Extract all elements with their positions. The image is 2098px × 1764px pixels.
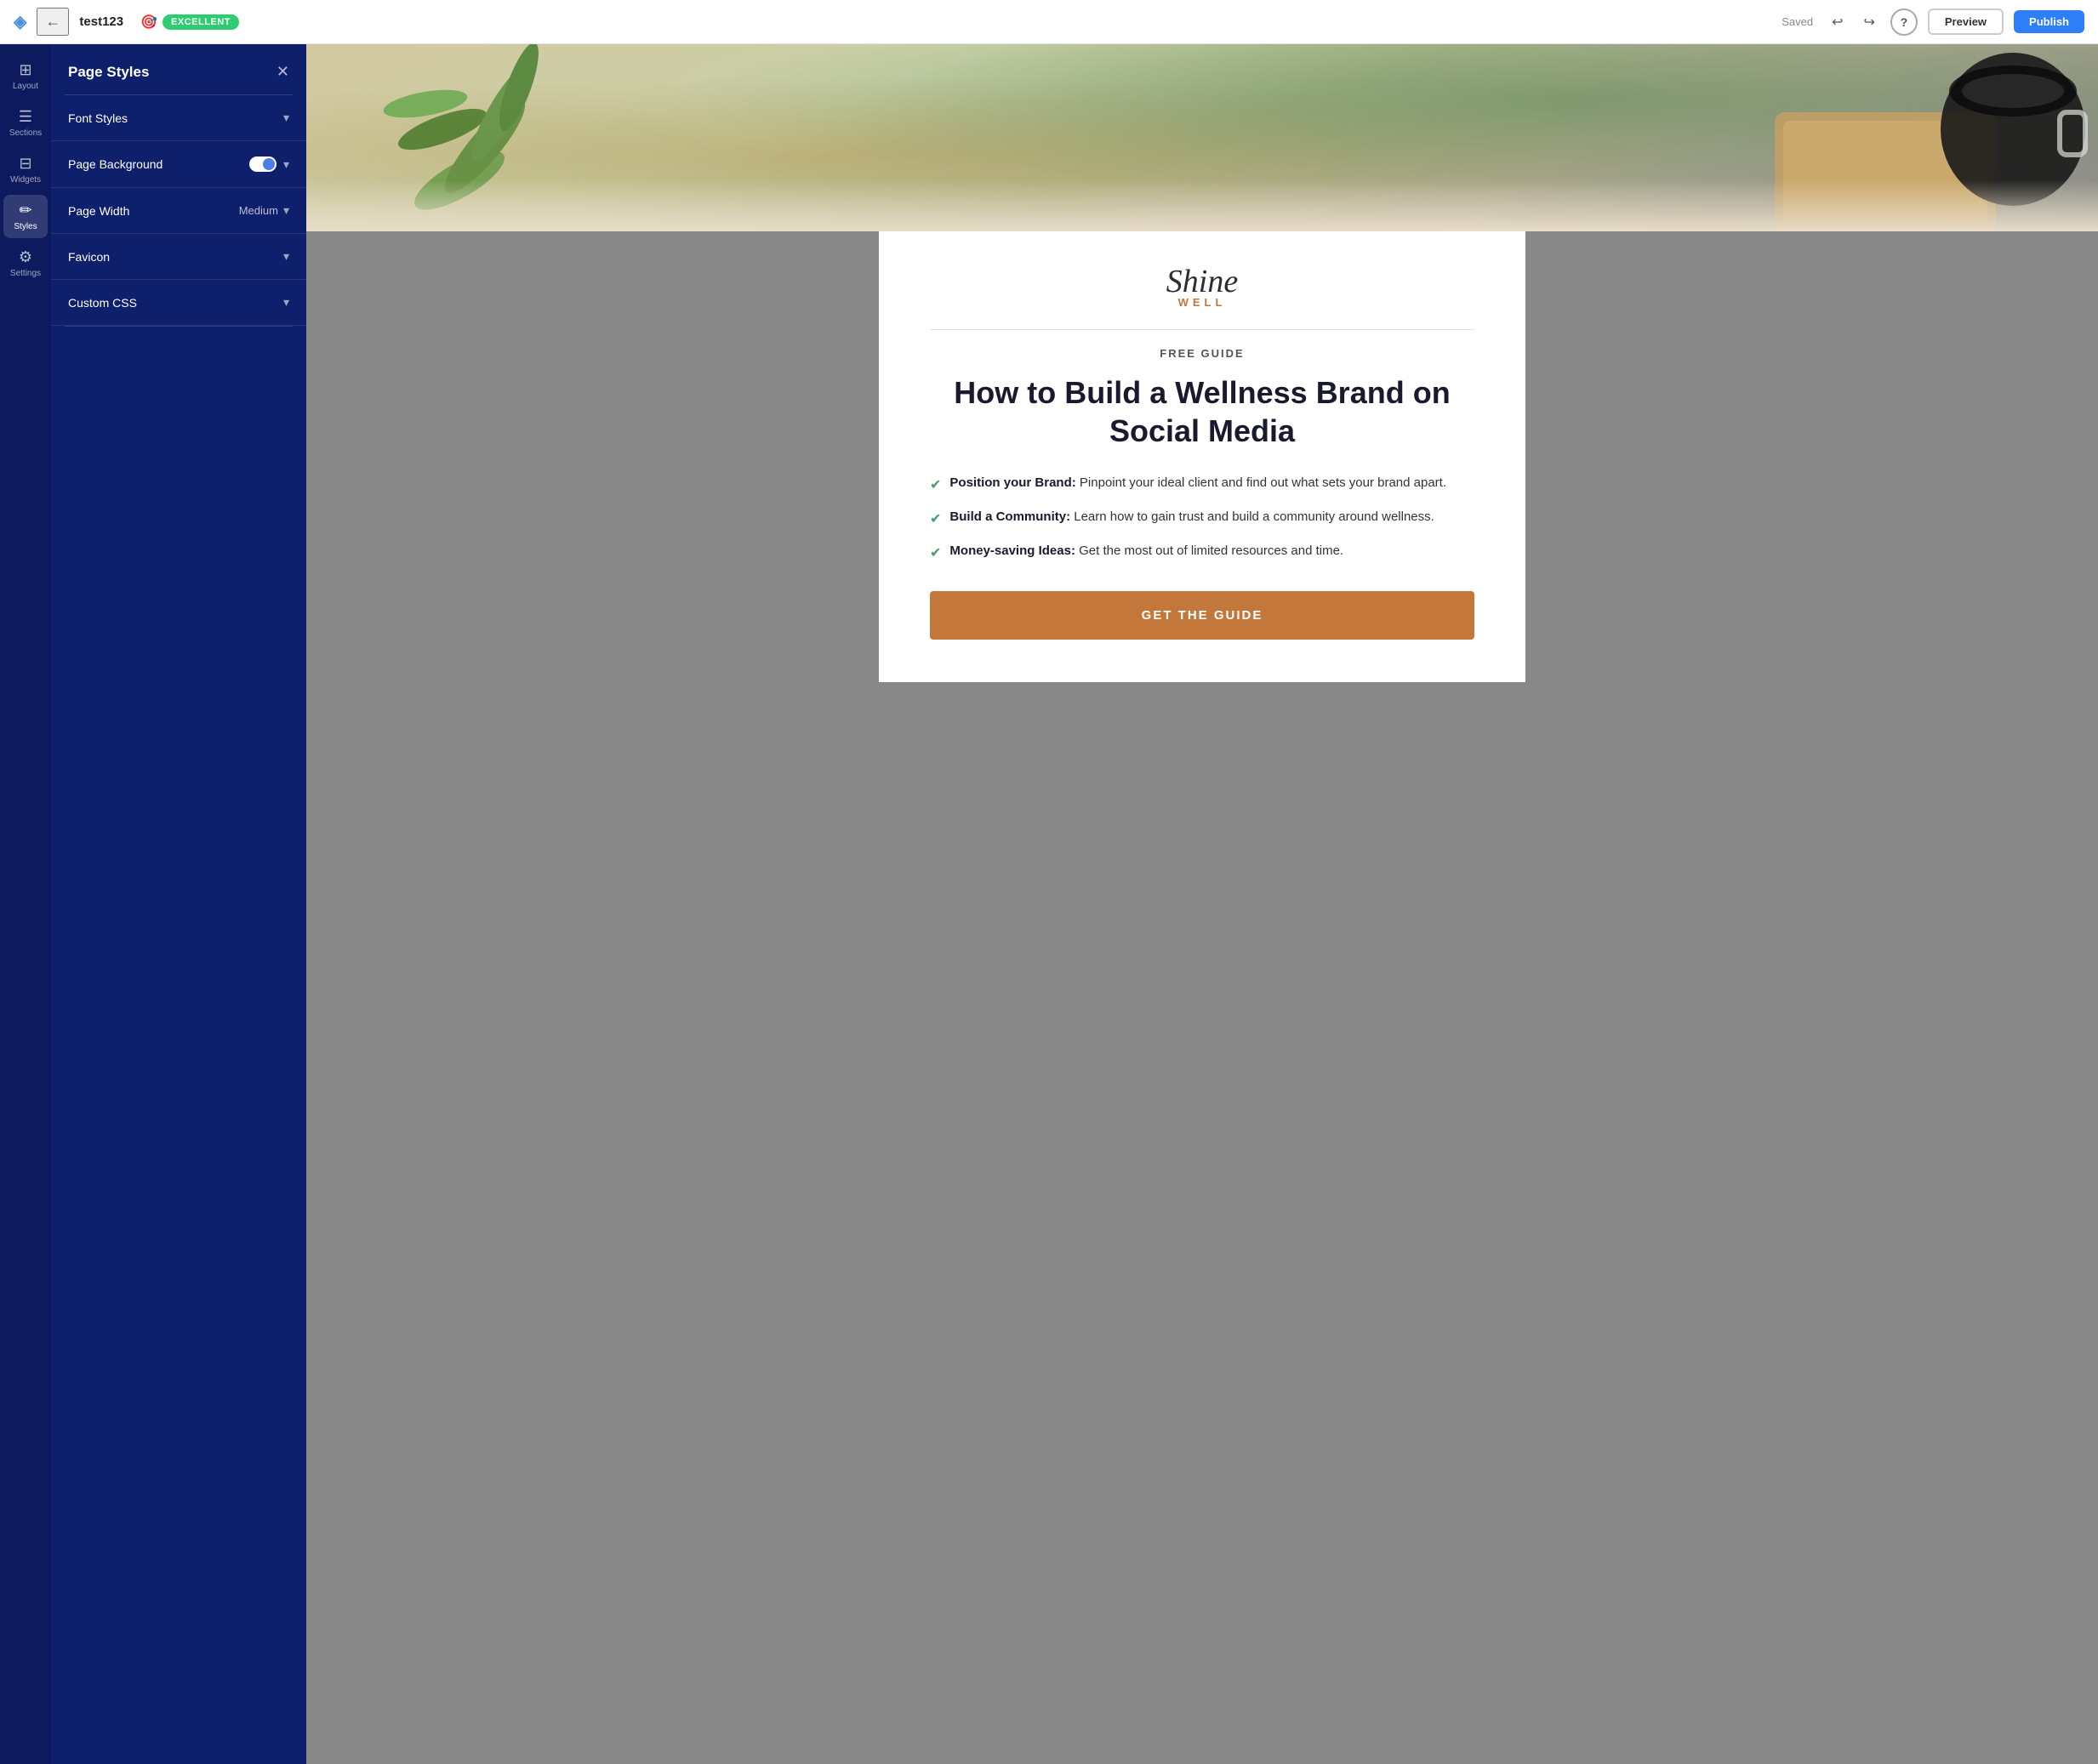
sidebar-item-settings[interactable]: ⚙ Settings: [3, 242, 48, 285]
page-background-label: Page Background: [68, 157, 162, 171]
panel-header: Page Styles ✕: [51, 44, 306, 94]
favicon-label: Favicon: [68, 250, 110, 264]
help-button[interactable]: ?: [1890, 9, 1918, 36]
landing-logo-area: Shine WELL: [930, 265, 1474, 309]
bullet-text-2: Build a Community: Learn how to gain tru…: [949, 508, 1434, 527]
sections-icon: ☰: [19, 108, 32, 126]
panel-title: Page Styles: [68, 64, 149, 81]
page-width-value: Medium: [239, 204, 278, 217]
custom-css-chevron-icon: ▾: [283, 295, 289, 310]
panel-sidebar: Page Styles ✕ Font Styles ▾ Page Backgro…: [51, 44, 306, 1764]
sidebar-item-styles[interactable]: ✏ Styles: [3, 195, 48, 238]
topbar: ◈ ← test123 🎯 EXCELLENT Saved ↩ ↪ ? Prev…: [0, 0, 2098, 44]
landing-divider: [930, 329, 1474, 330]
panel-item-font-styles[interactable]: Font Styles ▾: [51, 95, 306, 141]
sidebar-item-widgets[interactable]: ⊟ Widgets: [3, 148, 48, 191]
font-styles-label: Font Styles: [68, 111, 128, 125]
page-background-toggle[interactable]: [249, 156, 277, 172]
panel-close-button[interactable]: ✕: [277, 63, 289, 81]
target-icon: 🎯: [140, 14, 157, 31]
widgets-icon: ⊟: [19, 155, 31, 173]
sidebar-item-label-settings: Settings: [10, 269, 41, 278]
panel-item-custom-css[interactable]: Custom CSS ▾: [51, 280, 306, 326]
checkmark-icon: ✔: [930, 475, 941, 496]
sidebar-item-label-sections: Sections: [9, 128, 42, 138]
page-width-chevron-icon: ▾: [283, 203, 289, 218]
app-logo: ◈: [14, 11, 26, 32]
panel-item-favicon[interactable]: Favicon ▾: [51, 234, 306, 280]
page-width-controls: Medium ▾: [239, 203, 289, 218]
list-item: ✔ Money-saving Ideas: Get the most out o…: [930, 542, 1474, 564]
publish-button[interactable]: Publish: [2014, 10, 2084, 33]
redo-button[interactable]: ↪: [1858, 10, 1879, 34]
bullet-text-3: Money-saving Ideas: Get the most out of …: [949, 542, 1343, 561]
custom-css-label: Custom CSS: [68, 296, 137, 310]
checkmark-icon: ✔: [930, 509, 941, 530]
list-item: ✔ Position your Brand: Pinpoint your ide…: [930, 474, 1474, 496]
preview-button[interactable]: Preview: [1928, 9, 2004, 35]
quality-badge-wrap: 🎯 EXCELLENT: [140, 14, 239, 31]
sidebar-item-label-layout: Layout: [13, 82, 38, 91]
landing-tag: FREE GUIDE: [930, 347, 1474, 360]
page-title: test123: [79, 14, 123, 29]
hero-image-background: [306, 44, 2098, 231]
layout-icon: ⊞: [19, 61, 31, 79]
page-width-label: Page Width: [68, 204, 129, 218]
bullet-list: ✔ Position your Brand: Pinpoint your ide…: [930, 474, 1474, 564]
cta-button[interactable]: GET THE GUIDE: [930, 591, 1474, 640]
saved-status: Saved: [1782, 15, 1813, 28]
sidebar-item-label-styles: Styles: [14, 222, 37, 231]
favicon-chevron-icon: ▾: [283, 249, 289, 264]
landing-headline: How to Build a Wellness Brand on Social …: [930, 373, 1474, 450]
back-button[interactable]: ←: [37, 8, 69, 36]
logo-script: Shine: [930, 265, 1474, 298]
sidebar-item-sections[interactable]: ☰ Sections: [3, 101, 48, 145]
settings-icon: ⚙: [19, 248, 32, 266]
undo-button[interactable]: ↩: [1827, 10, 1848, 34]
landing-card: Shine WELL FREE GUIDE How to Build a Wel…: [879, 231, 1525, 682]
main-layout: ⊞ Layout ☰ Sections ⊟ Widgets ✏ Styles ⚙…: [0, 44, 2098, 1764]
bullet-text-1: Position your Brand: Pinpoint your ideal…: [949, 474, 1446, 493]
panel-item-page-width[interactable]: Page Width Medium ▾: [51, 188, 306, 234]
hero-image: [306, 44, 2098, 231]
panel-item-page-background[interactable]: Page Background ▾: [51, 141, 306, 188]
quality-badge: EXCELLENT: [162, 14, 239, 30]
logo-sub: WELL: [930, 296, 1474, 309]
page-background-chevron-icon: ▾: [283, 157, 289, 172]
icon-sidebar: ⊞ Layout ☰ Sections ⊟ Widgets ✏ Styles ⚙…: [0, 44, 51, 1764]
canvas-area: Shine WELL FREE GUIDE How to Build a Wel…: [306, 44, 2098, 1764]
sidebar-item-label-widgets: Widgets: [10, 175, 41, 185]
table-surface: [306, 180, 2098, 231]
checkmark-icon: ✔: [930, 543, 941, 564]
font-styles-chevron-icon: ▾: [283, 111, 289, 125]
sidebar-item-layout[interactable]: ⊞ Layout: [3, 54, 48, 98]
styles-icon: ✏: [19, 202, 31, 219]
panel-divider-bottom: [65, 326, 293, 327]
list-item: ✔ Build a Community: Learn how to gain t…: [930, 508, 1474, 530]
page-background-controls: ▾: [249, 156, 289, 172]
